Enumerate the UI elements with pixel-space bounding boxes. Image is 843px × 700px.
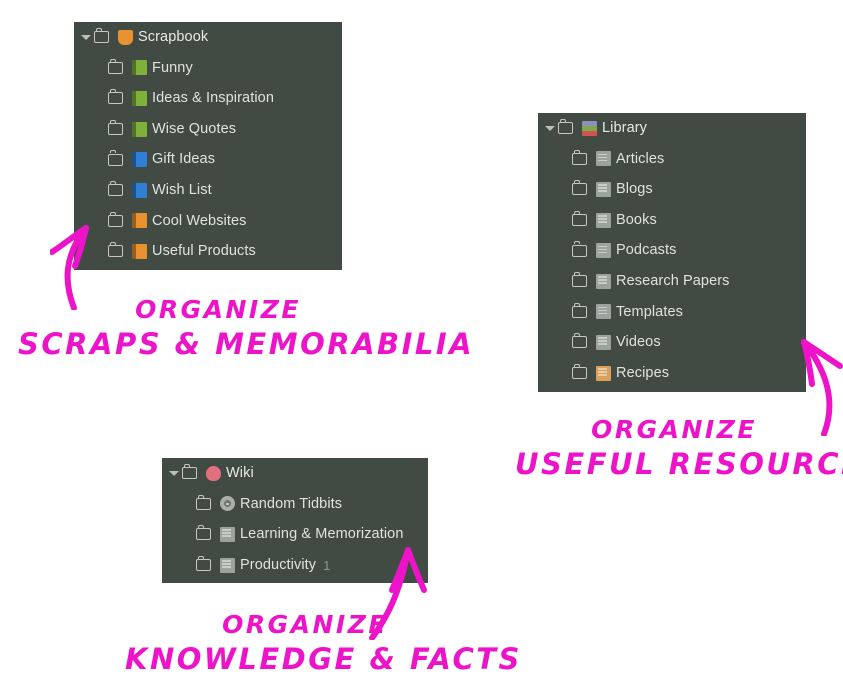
annotation-library: Organize Useful Resources xyxy=(515,414,843,483)
newspaper-emoji xyxy=(596,304,611,320)
tree-item-label: Research Papers xyxy=(616,273,730,290)
tree-root-label: Library xyxy=(602,120,648,137)
folder-icon xyxy=(108,119,123,136)
brain-emoji xyxy=(206,465,221,481)
tree-item-blogs[interactable]: Blogs xyxy=(538,174,806,205)
screenshot-stage: Scrapbook Funny Ideas & Inspiration Wise… xyxy=(0,0,843,700)
folder-icon xyxy=(196,494,211,510)
annotation-line-2: Knowledge & Facts xyxy=(125,642,522,676)
folder-icon xyxy=(572,210,587,227)
annotation-scrapbook: Organize Scraps & Memorabilia xyxy=(18,294,475,363)
tree-root-wiki[interactable]: Wiki xyxy=(162,458,428,489)
folder-icon xyxy=(572,333,587,349)
tree-item-articles[interactable]: Articles xyxy=(538,144,806,175)
tree-item-wise-quotes[interactable]: Wise Quotes xyxy=(74,114,342,145)
newspaper-emoji xyxy=(596,212,611,228)
newspaper-emoji xyxy=(220,557,235,573)
folder-icon xyxy=(572,272,587,288)
green-book-emoji xyxy=(132,90,147,106)
folder-icon xyxy=(572,241,587,257)
folder-icon xyxy=(108,58,123,74)
tree-item-label: Productivity xyxy=(240,556,317,573)
green-book-emoji xyxy=(132,60,147,76)
chevron-down-icon[interactable] xyxy=(80,31,92,43)
newspaper-emoji xyxy=(220,526,235,542)
annotation-line-1: Organize xyxy=(222,610,388,639)
folder-icon xyxy=(196,555,211,572)
folder-icon xyxy=(558,119,573,135)
tree-panel-library: Library Articles Blogs Books Podcasts Re… xyxy=(538,113,806,392)
tree-item-label: Blogs xyxy=(616,181,653,198)
tree-item-books[interactable]: Books xyxy=(538,205,806,236)
newspaper-emoji xyxy=(596,181,611,197)
tree-root-label: Scrapbook xyxy=(138,29,209,46)
chevron-down-icon[interactable] xyxy=(544,122,556,134)
folder-icon xyxy=(572,149,587,165)
tree-root-label: Wiki xyxy=(226,465,254,482)
tree-item-label: Cool Websites xyxy=(152,212,247,229)
newspaper-emoji xyxy=(596,273,611,289)
tree-item-label: Gift Ideas xyxy=(152,151,216,168)
tree-item-label: Templates xyxy=(616,303,683,320)
tree-item-label: Random Tidbits xyxy=(240,495,343,512)
green-book-emoji xyxy=(132,121,147,137)
tree-item-label: Ideas & Inspiration xyxy=(152,90,274,107)
tree-item-research-papers[interactable]: Research Papers xyxy=(538,266,806,297)
item-count-badge: 1 xyxy=(323,557,331,573)
tree-root-library[interactable]: Library xyxy=(538,113,806,144)
tree-item-label: Recipes xyxy=(616,364,670,381)
chevron-down-icon[interactable] xyxy=(168,467,180,479)
tree-item-label: Wise Quotes xyxy=(152,120,237,137)
newspaper-emoji xyxy=(596,151,611,167)
tree-item-label: Wish List xyxy=(152,182,212,199)
annotation-wiki: Organize Knowledge & Facts xyxy=(125,609,522,678)
tree-item-gift-ideas[interactable]: Gift Ideas xyxy=(74,144,342,175)
arrow-to-scrapbook xyxy=(50,225,89,310)
folder-icon xyxy=(572,180,587,196)
tree-item-videos[interactable]: Videos xyxy=(538,327,806,358)
books-stack-emoji xyxy=(582,120,597,136)
annotation-line-2: Scraps & Memorabilia xyxy=(18,327,475,361)
tree-item-podcasts[interactable]: Podcasts xyxy=(538,235,806,266)
folder-icon xyxy=(94,28,109,44)
annotation-line-2: Useful Resources xyxy=(515,447,843,481)
folder-icon xyxy=(182,464,197,480)
tree-item-templates[interactable]: Templates xyxy=(538,297,806,328)
annotation-line-1: Organize xyxy=(591,415,757,444)
tree-item-funny[interactable]: Funny xyxy=(74,53,342,84)
tree-item-random-tidbits[interactable]: Random Tidbits xyxy=(162,489,428,520)
tree-item-label: Articles xyxy=(616,150,665,167)
tree-item-label: Useful Products xyxy=(152,243,256,260)
tree-item-label: Books xyxy=(616,211,657,228)
tree-item-recipes[interactable]: Recipes xyxy=(538,358,806,389)
blue-book-emoji xyxy=(132,152,147,168)
card-index-emoji xyxy=(596,365,611,381)
newspaper-emoji xyxy=(596,334,611,350)
newspaper-emoji xyxy=(596,243,611,259)
folder-icon xyxy=(572,302,587,318)
folder-icon xyxy=(572,363,587,380)
folder-icon xyxy=(196,525,211,541)
tree-item-label: Videos xyxy=(616,334,661,351)
folder-icon xyxy=(108,89,123,105)
tree-item-ideas-inspiration[interactable]: Ideas & Inspiration xyxy=(74,83,342,114)
autumn-leaf-emoji xyxy=(118,29,133,45)
folder-icon xyxy=(108,150,123,166)
dart-board-emoji xyxy=(220,496,235,512)
annotation-line-1: Organize xyxy=(135,295,301,324)
tree-root-scrapbook[interactable]: Scrapbook xyxy=(74,22,342,53)
tree-item-label: Podcasts xyxy=(616,242,677,259)
tree-item-label: Funny xyxy=(152,59,193,76)
